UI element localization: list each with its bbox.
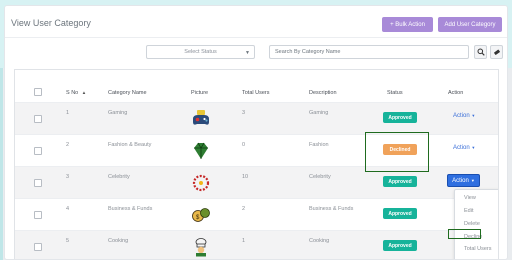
row-category-name: Business & Funds [108,206,153,212]
chef-icon [195,238,207,257]
table-row: 5 Cooking 1 Cooking Approved [15,231,498,259]
category-table: S No ▲ Category Name Picture Total Users… [14,69,499,259]
gamepad-icon [193,110,209,125]
select-all-checkbox[interactable] [34,88,42,96]
diamond-icon [194,142,208,159]
bulk-action-button[interactable]: + Bulk Action [382,17,433,32]
row-sno: 3 [66,174,70,180]
row-sno: 4 [66,206,70,212]
money-bag-icon: $ [192,208,210,222]
row-description: Business & Funds [309,206,354,212]
row-checkbox[interactable] [34,243,42,251]
highlight-declined-box [365,132,429,172]
row-sno: 2 [66,142,70,148]
page-background-side [0,68,3,260]
row-category-name: Cooking [108,238,129,244]
table-row: 4 Business & Funds $ 2 Business & Funds … [15,199,498,231]
row-description: Fashion [309,142,329,148]
row-description: Celebrity [309,174,331,180]
add-user-category-button[interactable]: Add User Category [438,17,502,32]
search-icon [477,48,485,56]
row-total-users: 2 [242,206,246,212]
clear-button[interactable] [490,45,503,59]
caret-down-icon: ▼ [471,145,476,150]
status-badge: Approved [383,208,417,219]
chevron-down-icon: ▼ [245,50,250,56]
status-select[interactable]: Select Status ▼ [146,45,255,59]
row-checkbox[interactable] [34,211,42,219]
row-total-users: 0 [242,142,246,148]
caret-down-icon: ▼ [470,178,475,183]
column-header-action: Action [448,90,464,96]
row-sno: 1 [66,110,70,116]
row-category-name: Gaming [108,110,128,116]
eraser-icon [493,49,500,55]
action-dropdown-toggle[interactable]: Action ▼ [453,145,475,151]
status-badge: Approved [383,112,417,123]
row-description: Gaming [309,110,329,116]
row-checkbox[interactable] [34,179,42,187]
column-header-picture: Picture [191,90,209,96]
column-header-category: Category Name [108,90,147,96]
action-button-open[interactable]: Action ▼ [447,174,480,187]
row-category-name: Fashion & Beauty [108,142,152,148]
action-dropdown-toggle[interactable]: Action ▼ [453,113,475,119]
status-select-label: Select Status [184,49,217,55]
row-checkbox[interactable] [34,147,42,155]
menu-item-delete[interactable]: Delete [464,221,480,227]
search-button[interactable] [474,45,487,59]
row-checkbox[interactable] [34,115,42,123]
table-row: 1 Gaming 3 Gaming Approved Action ▼ [15,103,498,135]
search-input[interactable]: Search By Category Name [269,45,469,59]
menu-item-total-users[interactable]: Total Users [464,246,492,252]
action-dropdown-menu: View Edit Delete Decline Total Users [454,189,498,259]
highlight-decline-item-box [448,229,481,239]
column-header-sno[interactable]: S No ▲ [66,90,86,96]
status-badge: Approved [383,240,417,251]
table-header-row: S No ▲ Category Name Picture Total Users… [15,70,498,103]
row-description: Cooking [309,238,330,244]
sort-up-icon: ▲ [81,90,87,95]
row-sno: 5 [66,238,70,244]
menu-item-view[interactable]: View [464,195,476,201]
column-header-total-users: Total Users [242,90,270,96]
menu-item-edit[interactable]: Edit [464,208,473,214]
status-badge: Approved [383,176,417,187]
caret-down-icon: ▼ [471,113,476,118]
row-total-users: 1 [242,238,246,244]
row-category-name: Celebrity [108,174,130,180]
row-total-users: 3 [242,110,246,116]
header-divider [5,37,507,38]
star-wreath-icon [192,174,210,192]
category-card: View User Category + Bulk Action Add Use… [4,5,508,260]
page-title: View User Category [11,18,91,28]
column-header-status: Status [387,90,403,96]
column-header-description: Description [309,90,337,96]
row-total-users: 10 [242,174,249,180]
